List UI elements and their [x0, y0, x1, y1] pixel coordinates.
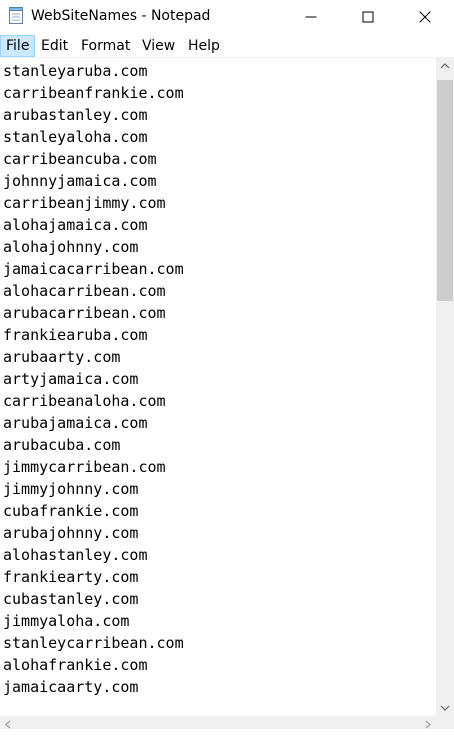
- text-line: jamaicacarribean.com: [3, 260, 184, 278]
- notepad-icon: [9, 7, 23, 24]
- text-line: carribeanaloha.com: [3, 392, 166, 410]
- scroll-left-arrow-icon[interactable]: [0, 716, 17, 729]
- text-line: alohajamaica.com: [3, 216, 148, 234]
- menu-bar: File Edit Format View Help: [0, 35, 454, 57]
- vertical-scroll-thumb[interactable]: [437, 80, 453, 301]
- text-line: carribeancuba.com: [3, 150, 157, 168]
- text-line: alohastanley.com: [3, 546, 148, 564]
- text-line: arubacuba.com: [3, 436, 121, 454]
- text-line: arubacarribean.com: [3, 304, 166, 322]
- text-line: cubafrankie.com: [3, 502, 139, 520]
- vertical-scrollbar[interactable]: [436, 58, 454, 716]
- horizontal-scrollbar[interactable]: [0, 716, 436, 729]
- menu-view[interactable]: View: [137, 35, 180, 57]
- menu-edit[interactable]: Edit: [36, 35, 73, 57]
- scrollbar-corner: [436, 716, 454, 729]
- close-button[interactable]: [396, 0, 454, 33]
- scroll-up-arrow-icon[interactable]: [436, 58, 454, 75]
- text-line: stanleyaruba.com: [3, 62, 148, 80]
- text-line: arubaarty.com: [3, 348, 121, 366]
- text-line: jimmyaloha.com: [3, 612, 130, 630]
- minimize-button[interactable]: [282, 0, 340, 33]
- text-line: frankiearty.com: [3, 568, 139, 586]
- text-line: alohacarribean.com: [3, 282, 166, 300]
- text-line: carribeanfrankie.com: [3, 84, 184, 102]
- text-line: stanleycarribean.com: [3, 634, 184, 652]
- text-line: jamaicaarty.com: [3, 678, 139, 696]
- title-bar[interactable]: WebSiteNames - Notepad: [0, 0, 454, 33]
- text-line: alohafrankie.com: [3, 656, 148, 674]
- text-line: stanleyaloha.com: [3, 128, 148, 146]
- text-line: johnnyjamaica.com: [3, 172, 157, 190]
- menu-format[interactable]: Format: [76, 35, 135, 57]
- text-line: jimmyjohnny.com: [3, 480, 139, 498]
- text-line: arubastanley.com: [3, 106, 148, 124]
- text-line: artyjamaica.com: [3, 370, 139, 388]
- text-line: frankiearuba.com: [3, 326, 148, 344]
- text-line: carribeanjimmy.com: [3, 194, 166, 212]
- window-title: WebSiteNames - Notepad: [31, 8, 211, 24]
- scroll-right-arrow-icon[interactable]: [419, 716, 436, 729]
- text-line: arubajamaica.com: [3, 414, 148, 432]
- text-content: stanleyaruba.com carribeanfrankie.com arub…: [3, 60, 184, 698]
- text-editor[interactable]: stanleyaruba.com carribeanfrankie.com arub…: [0, 58, 436, 716]
- text-line: alohajohnny.com: [3, 238, 139, 256]
- scroll-down-arrow-icon[interactable]: [436, 699, 454, 716]
- text-line: jimmycarribean.com: [3, 458, 166, 476]
- menu-help[interactable]: Help: [183, 35, 225, 57]
- text-line: arubajohnny.com: [3, 524, 139, 542]
- text-line: cubastanley.com: [3, 590, 139, 608]
- maximize-button[interactable]: [339, 0, 397, 33]
- menu-file[interactable]: File: [0, 35, 36, 57]
